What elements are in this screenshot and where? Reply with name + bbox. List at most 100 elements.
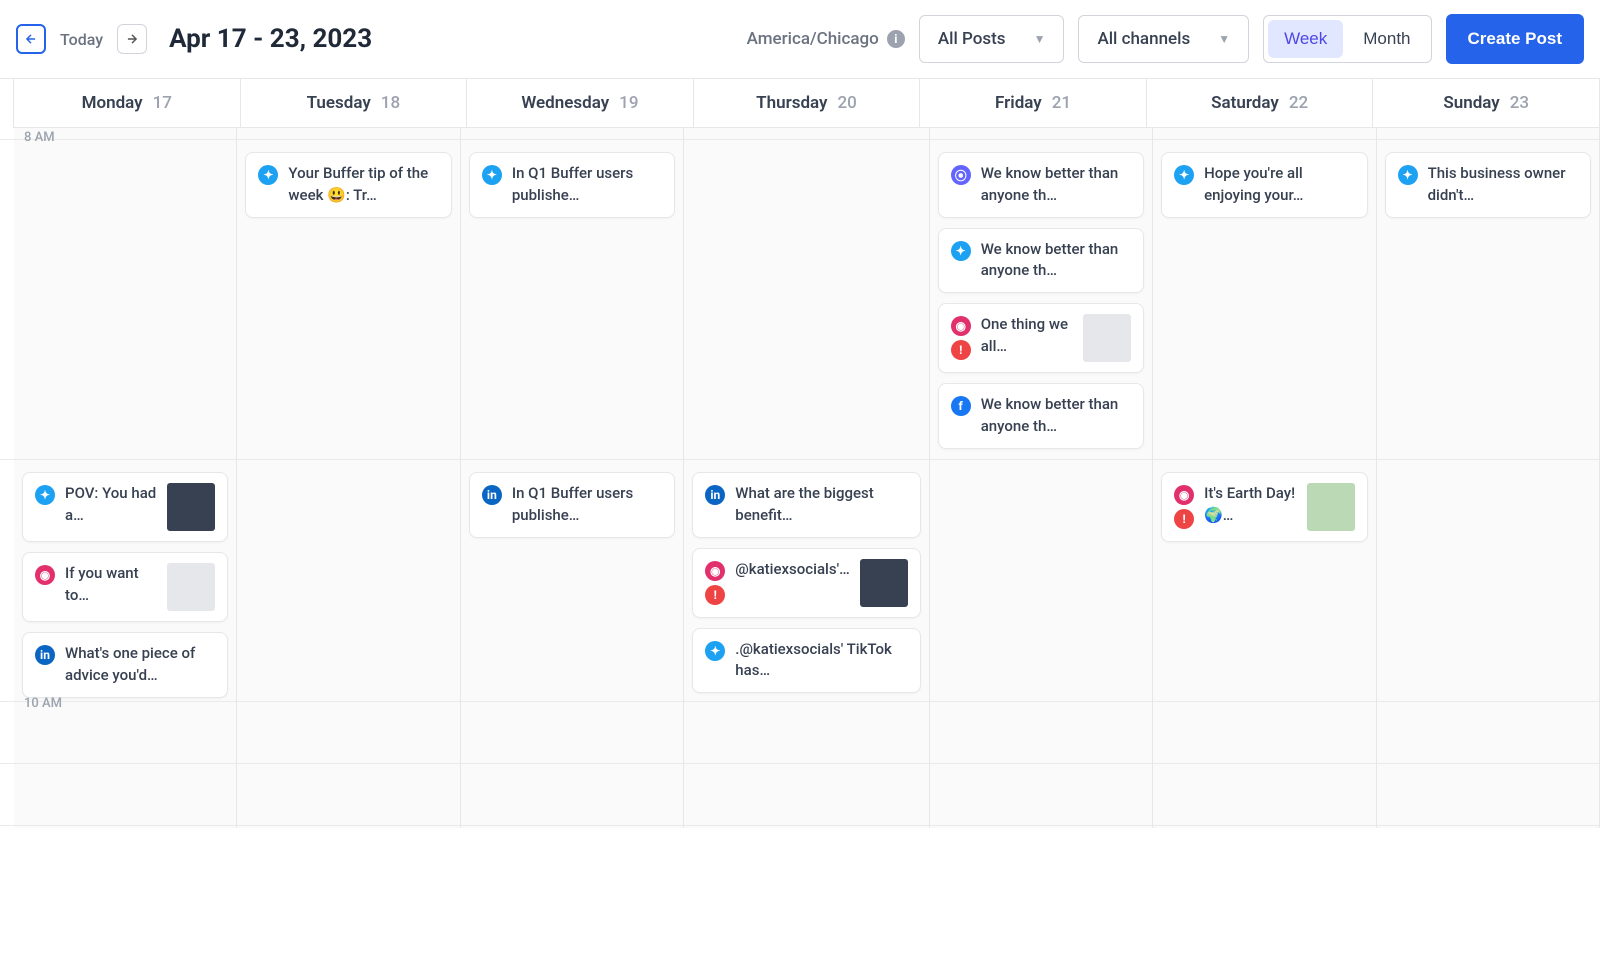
alert-icon: !	[1174, 509, 1194, 529]
linkedin-icon: in	[482, 485, 502, 505]
post-card[interactable]: ✦ We know better than anyone th…	[938, 228, 1144, 294]
post-card[interactable]: ◉ If you want to…	[22, 552, 228, 622]
post-card[interactable]: ⦿We know better than anyone th…	[938, 152, 1144, 218]
post-thumbnail	[1083, 314, 1131, 362]
twitter-icon: ✦	[705, 641, 725, 661]
post-channel-icons: in	[705, 483, 725, 505]
instagram-icon: ◉	[1174, 485, 1194, 505]
post-text: It's Earth Day! 🌍…	[1204, 483, 1296, 527]
instagram-icon: ◉	[705, 561, 725, 581]
create-post-button[interactable]: Create Post	[1446, 14, 1584, 64]
post-channel-icons: ◉!	[951, 314, 971, 360]
post-card[interactable]: ◉!It's Earth Day! 🌍…	[1161, 472, 1367, 542]
channels-filter-label: All channels	[1097, 29, 1190, 49]
post-card[interactable]: ◉!One thing we all…	[938, 303, 1144, 373]
post-text: What's one piece of advice you'd…	[65, 643, 215, 687]
instagram-icon: ◉	[951, 316, 971, 336]
today-button[interactable]: Today	[60, 30, 103, 49]
post-text: We know better than anyone th…	[981, 394, 1131, 438]
time-gutter	[0, 79, 14, 128]
next-week-button[interactable]	[117, 24, 147, 54]
twitter-icon: ✦	[1174, 165, 1194, 185]
sunday-column[interactable]: ✦ This business owner didn't…	[1377, 128, 1600, 828]
post-text: Your Buffer tip of the week 😃: Tr…	[288, 163, 438, 207]
alert-icon: !	[705, 585, 725, 605]
posts-filter-dropdown[interactable]: All Posts ▼	[919, 15, 1065, 63]
timezone-label: America/Chicago i	[747, 29, 905, 49]
day-header-wednesday: Wednesday19	[467, 79, 694, 128]
post-channel-icons: in	[35, 643, 55, 665]
twitter-icon: ✦	[951, 241, 971, 261]
day-headers-row: Monday17 Tuesday18 Wednesday19 Thursday2…	[0, 79, 1600, 128]
post-channel-icons: f	[951, 394, 971, 416]
post-card[interactable]: inIn Q1 Buffer users publishe…	[469, 472, 675, 538]
view-toggle: Week Month	[1263, 15, 1431, 63]
day-header-thursday: Thursday20	[694, 79, 921, 128]
post-thumbnail	[860, 559, 908, 607]
post-channel-icons: ◉!	[1174, 483, 1194, 529]
month-view-button[interactable]: Month	[1347, 20, 1426, 58]
header-right: America/Chicago i All Posts ▼ All channe…	[747, 14, 1584, 64]
post-card[interactable]: ✦Hope you're all enjoying your…	[1161, 152, 1367, 218]
post-text: .@katiexsocials' TikTok has…	[735, 639, 907, 683]
calendar-header: Today Apr 17 - 23, 2023 America/Chicago …	[0, 0, 1600, 78]
arrow-left-icon	[24, 32, 38, 46]
post-channel-icons: ◉!	[705, 559, 725, 605]
time-label-8am: 8 AM	[24, 130, 55, 145]
post-card[interactable]: ◉! @katiexsocials'…	[692, 548, 920, 618]
channels-filter-dropdown[interactable]: All channels ▼	[1078, 15, 1249, 63]
day-header-tuesday: Tuesday18	[241, 79, 468, 128]
day-header-sunday: Sunday23	[1373, 79, 1600, 128]
twitter-icon: ✦	[1398, 165, 1418, 185]
time-gutter-body	[0, 128, 14, 828]
post-text: @katiexsocials'…	[735, 559, 849, 581]
caret-down-icon: ▼	[1218, 32, 1230, 46]
saturday-column[interactable]: ✦Hope you're all enjoying your… ◉!It's E…	[1153, 128, 1376, 828]
day-header-monday: Monday17	[14, 79, 241, 128]
twitter-icon: ✦	[258, 165, 278, 185]
post-channel-icons: in	[482, 483, 502, 505]
wednesday-column[interactable]: ✦In Q1 Buffer users publishe… inIn Q1 Bu…	[461, 128, 684, 828]
monday-column[interactable]: ✦POV: You had a… ◉ If you want to… in What's…	[14, 128, 237, 828]
post-card[interactable]: ✦ .@katiexsocials' TikTok has…	[692, 628, 920, 694]
thursday-column[interactable]: inWhat are the biggest benefit…◉!@katiex…	[684, 128, 929, 828]
posts-filter-label: All Posts	[938, 29, 1006, 49]
post-card[interactable]: ✦In Q1 Buffer users publishe…	[469, 152, 675, 218]
timezone-text: America/Chicago	[747, 29, 879, 49]
calendar-grid: Monday17 Tuesday18 Wednesday19 Thursday2…	[0, 78, 1600, 828]
mastodon-icon: ⦿	[951, 165, 971, 185]
post-text: We know better than anyone th…	[981, 239, 1131, 283]
post-text: If you want to…	[65, 563, 157, 607]
caret-down-icon: ▼	[1034, 32, 1046, 46]
post-card[interactable]: ✦ This business owner didn't…	[1385, 152, 1591, 218]
tuesday-column[interactable]: ✦ Your Buffer tip of the week 😃: Tr…	[237, 128, 460, 828]
post-channel-icons: ✦	[482, 163, 502, 185]
post-card[interactable]: in What's one piece of advice you'd…	[22, 632, 228, 698]
header-left: Today Apr 17 - 23, 2023	[16, 24, 372, 54]
friday-column[interactable]: ⦿We know better than anyone th…✦We know …	[930, 128, 1153, 828]
post-card[interactable]: ✦ Your Buffer tip of the week 😃: Tr…	[245, 152, 451, 218]
post-card[interactable]: ✦POV: You had a…	[22, 472, 228, 542]
post-text: This business owner didn't…	[1428, 163, 1578, 207]
post-card[interactable]: f We know better than anyone th…	[938, 383, 1144, 449]
post-card[interactable]: in What are the biggest benefit…	[692, 472, 920, 538]
post-text: What are the biggest benefit…	[735, 483, 907, 527]
facebook-icon: f	[951, 396, 971, 416]
post-thumbnail	[1307, 483, 1355, 531]
time-label-10am: 10 AM	[24, 696, 62, 711]
week-view-button[interactable]: Week	[1268, 20, 1343, 58]
alert-icon: !	[951, 340, 971, 360]
twitter-icon: ✦	[35, 485, 55, 505]
post-channel-icons: ✦	[1398, 163, 1418, 185]
arrow-right-icon	[125, 32, 139, 46]
info-icon[interactable]: i	[887, 30, 905, 48]
post-thumbnail	[167, 563, 215, 611]
day-header-saturday: Saturday22	[1147, 79, 1374, 128]
post-text: One thing we all…	[981, 314, 1073, 358]
prev-week-button[interactable]	[16, 24, 46, 54]
date-range-label: Apr 17 - 23, 2023	[169, 24, 372, 54]
post-channel-icons: ✦	[258, 163, 278, 185]
post-channel-icons: ✦	[35, 483, 55, 505]
post-channel-icons: ✦	[1174, 163, 1194, 185]
instagram-icon: ◉	[35, 565, 55, 585]
